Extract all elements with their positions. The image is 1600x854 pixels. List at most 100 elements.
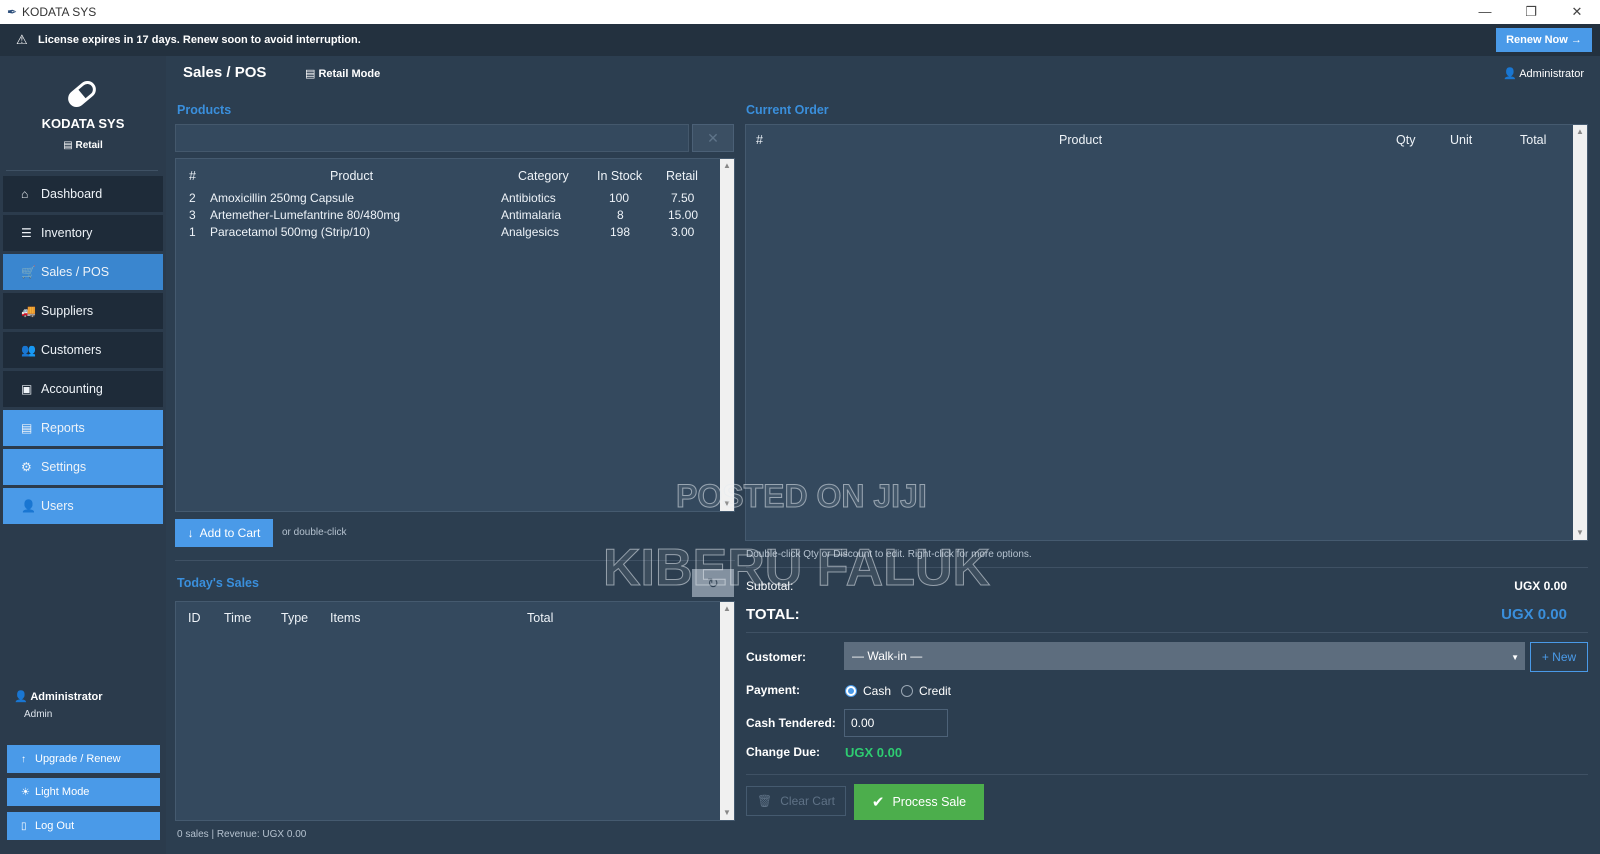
- column-header[interactable]: Unit: [1450, 133, 1472, 147]
- minimize-icon[interactable]: —: [1462, 0, 1508, 24]
- cell-retail: 3.00: [671, 225, 695, 239]
- trash-icon: 🗑: [757, 794, 773, 808]
- sidebar-item-users[interactable]: 👤 Users: [3, 488, 163, 524]
- column-header[interactable]: Product: [1059, 133, 1102, 147]
- column-header[interactable]: #: [756, 133, 763, 147]
- scroll-up-icon[interactable]: ▲: [1573, 125, 1587, 139]
- sidebar-item-customers[interactable]: 👥 Customers: [3, 332, 163, 368]
- process-sale-label: Process Sale: [892, 795, 967, 809]
- products-scrollbar[interactable]: ▲ ▼: [720, 159, 734, 511]
- gear-icon: ⚙: [21, 460, 32, 474]
- renew-now-button[interactable]: Renew Now →: [1496, 28, 1592, 52]
- restore-icon[interactable]: ❐: [1508, 0, 1554, 24]
- book-icon: ▣: [21, 382, 33, 396]
- products-table: # Product Category In Stock Retail 2 Amo…: [175, 158, 735, 512]
- sidebar-item-label: Sales / POS: [41, 265, 110, 279]
- cell-product: Artemether-Lumefantrine 80/480mg: [210, 208, 401, 222]
- scroll-up-icon[interactable]: ▲: [720, 602, 734, 616]
- radio-unselected-icon: [901, 685, 913, 697]
- sidebar-item-inventory[interactable]: ☰ Inventory: [3, 215, 163, 251]
- cell-category: Antimalaria: [501, 208, 562, 222]
- license-message: License expires in 17 days. Renew soon t…: [38, 34, 361, 46]
- cell-product: Paracetamol 500mg (Strip/10): [210, 225, 371, 239]
- column-header[interactable]: Items: [330, 611, 361, 625]
- logout-label: Log Out: [35, 820, 75, 832]
- clear-search-button[interactable]: ✕: [692, 124, 734, 152]
- pill-icon: [68, 81, 96, 107]
- add-to-cart-button[interactable]: ↓ Add to Cart: [175, 519, 273, 547]
- upgrade-label: Upgrade / Renew: [35, 753, 121, 765]
- products-section-title: Products: [177, 103, 232, 117]
- current-order-title: Current Order: [746, 103, 829, 117]
- product-search-input[interactable]: [175, 124, 689, 152]
- truck-icon: 🚚: [21, 304, 36, 318]
- sales-scrollbar[interactable]: ▲ ▼: [720, 602, 734, 820]
- add-to-cart-label: Add to Cart: [199, 526, 261, 540]
- user-name: Administrator: [30, 691, 103, 703]
- radio-selected-icon: [845, 685, 857, 697]
- clear-cart-button[interactable]: 🗑 Clear Cart: [746, 786, 846, 816]
- sidebar-item-label: Users: [41, 499, 74, 513]
- checkmark-icon: ✔: [871, 794, 885, 811]
- cash-tendered-input[interactable]: 0.00: [844, 709, 948, 737]
- chart-icon: ▤: [21, 421, 33, 435]
- todays-sales-title: Today's Sales: [177, 576, 259, 590]
- change-due-label: Change Due:: [746, 745, 821, 759]
- sidebar-item-label: Inventory: [41, 226, 93, 240]
- column-header[interactable]: Category: [518, 169, 569, 183]
- sidebar-item-dashboard[interactable]: ⌂ Dashboard: [3, 176, 163, 212]
- sidebar-item-label: Suppliers: [41, 304, 94, 318]
- column-header[interactable]: In Stock: [597, 169, 642, 183]
- column-header[interactable]: Type: [281, 611, 308, 625]
- cell-stock: 100: [609, 191, 630, 205]
- user-icon: 👤: [1503, 68, 1520, 80]
- cell-id: 1: [189, 225, 196, 239]
- column-header[interactable]: Total: [1520, 133, 1546, 147]
- sidebar-item-sales-pos[interactable]: 🛒 Sales / POS: [3, 254, 163, 290]
- column-header[interactable]: Product: [330, 169, 373, 183]
- current-user: 👤 Administrator Admin: [14, 690, 102, 720]
- scroll-down-icon[interactable]: ▼: [720, 806, 734, 820]
- customer-value: — Walk-in —: [852, 649, 923, 663]
- title-bar: ✒ KODATA SYS — ❐ ✕: [0, 0, 1600, 24]
- cash-option-label: Cash: [863, 684, 892, 698]
- upgrade-renew-button[interactable]: ↑ Upgrade / Renew: [7, 745, 160, 773]
- column-header[interactable]: Total: [527, 611, 553, 625]
- header-user-name: Administrator: [1519, 68, 1584, 80]
- sidebar-item-settings[interactable]: ⚙ Settings: [3, 449, 163, 485]
- payment-cash-radio[interactable]: Cash: [845, 684, 891, 698]
- column-header[interactable]: Time: [224, 611, 251, 625]
- order-scrollbar[interactable]: ▲ ▼: [1573, 125, 1587, 540]
- sun-icon: ☀: [21, 786, 30, 798]
- scroll-up-icon[interactable]: ▲: [720, 159, 734, 173]
- sidebar-item-accounting[interactable]: ▣ Accounting: [3, 371, 163, 407]
- column-header[interactable]: ID: [188, 611, 201, 625]
- sidebar-divider: [6, 170, 158, 171]
- cell-stock: 8: [617, 208, 624, 222]
- column-header[interactable]: #: [189, 169, 196, 183]
- light-mode-button[interactable]: ☀ Light Mode: [7, 778, 160, 806]
- payment-credit-radio[interactable]: Credit: [901, 684, 951, 698]
- column-header[interactable]: Qty: [1396, 133, 1415, 147]
- sidebar-item-suppliers[interactable]: 🚚 Suppliers: [3, 293, 163, 329]
- customer-label: Customer:: [746, 650, 807, 664]
- scroll-down-icon[interactable]: ▼: [1573, 526, 1587, 540]
- arrow-down-icon: ↓: [187, 526, 194, 540]
- customer-select[interactable]: — Walk-in — ▼: [844, 642, 1525, 670]
- list-icon: ☰: [21, 226, 32, 240]
- cell-product: Amoxicillin 250mg Capsule: [210, 191, 355, 205]
- sidebar-item-label: Accounting: [41, 382, 103, 396]
- sidebar-item-label: Settings: [41, 460, 87, 474]
- totals-divider: [746, 632, 1588, 633]
- mode-label: Retail: [75, 140, 103, 151]
- chevron-down-icon: ▼: [1511, 653, 1519, 662]
- new-customer-button[interactable]: + New: [1530, 642, 1588, 672]
- arrow-up-icon: ↑: [21, 753, 26, 765]
- column-header[interactable]: Retail: [666, 169, 698, 183]
- cell-id: 2: [189, 191, 196, 205]
- close-icon[interactable]: ✕: [1554, 0, 1600, 24]
- logout-button[interactable]: ▯ Log Out: [7, 812, 160, 840]
- sidebar-item-reports[interactable]: ▤ Reports: [3, 410, 163, 446]
- process-sale-button[interactable]: ✔ Process Sale: [854, 784, 984, 820]
- user-name-row: 👤 Administrator: [14, 690, 102, 703]
